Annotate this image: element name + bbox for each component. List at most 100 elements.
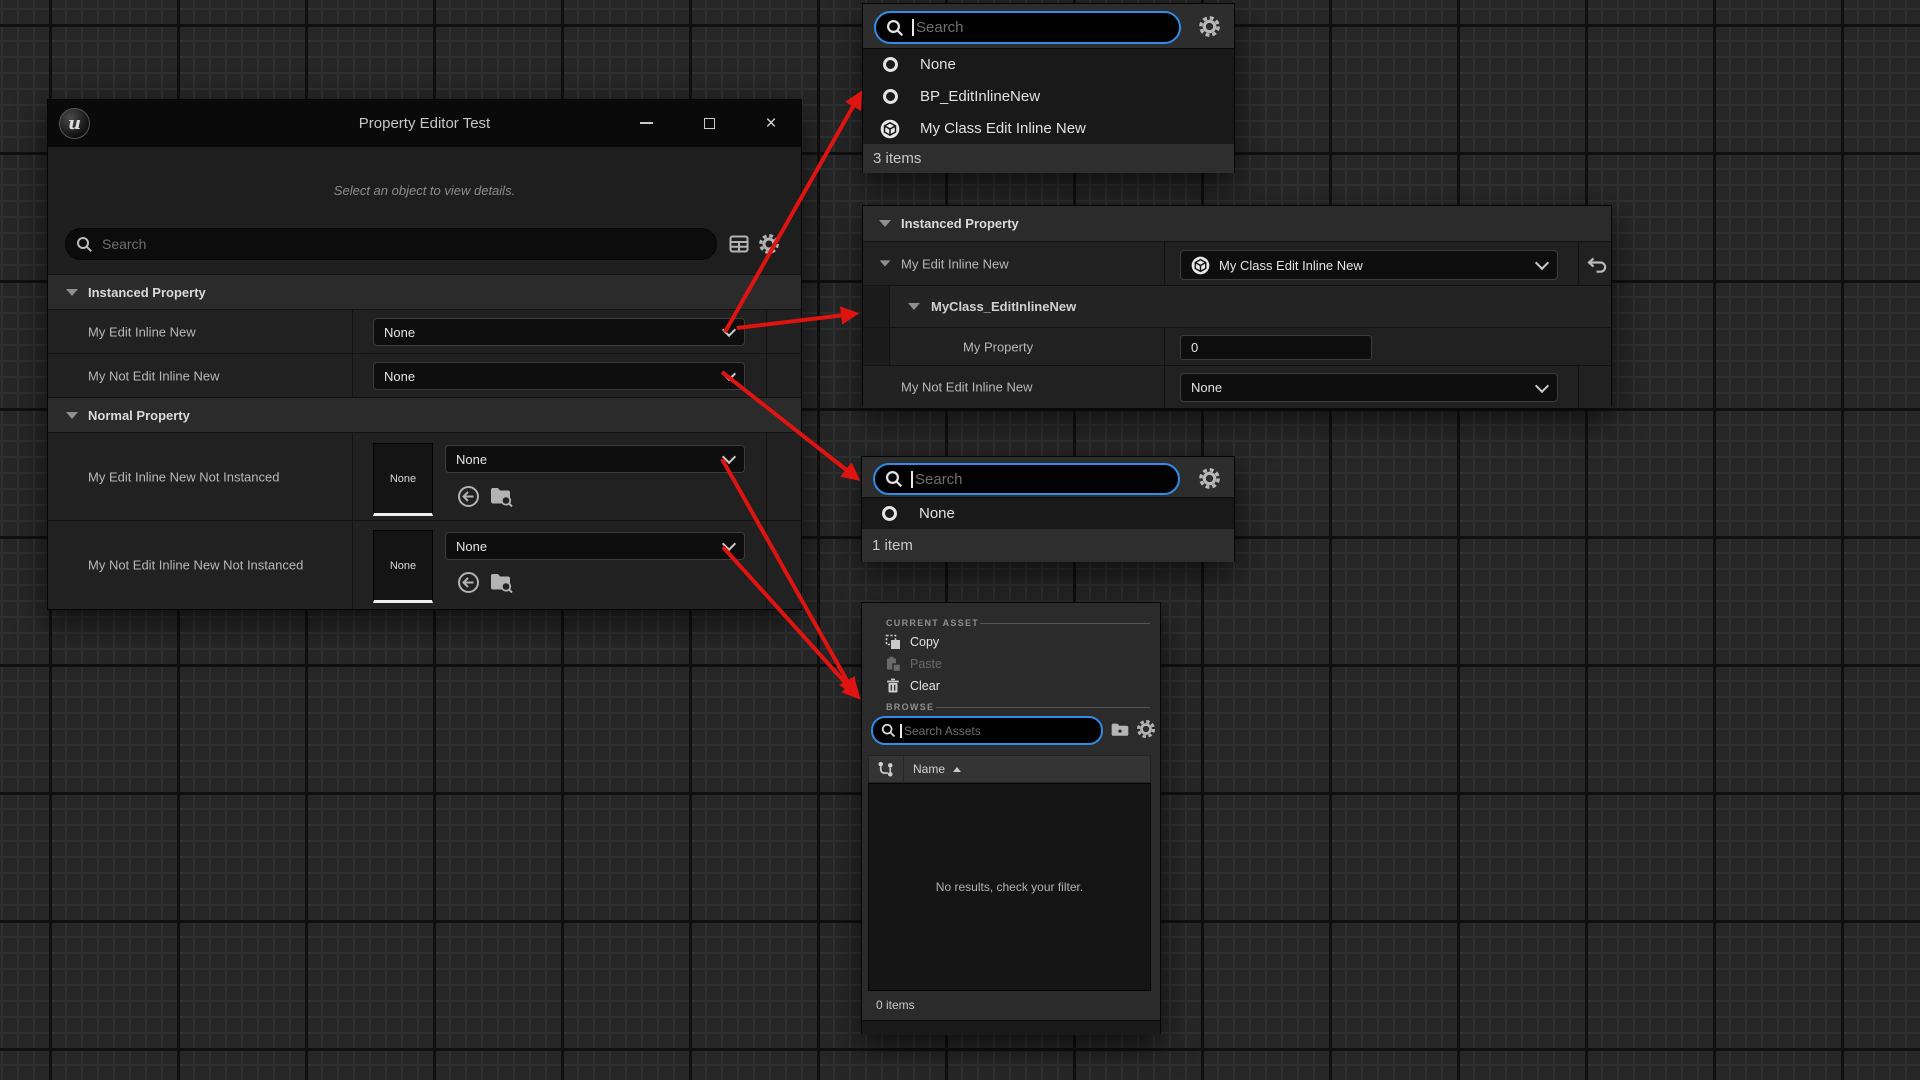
section-label: Normal Property [88,398,190,433]
search-icon [885,470,903,488]
branch-icon [876,760,895,779]
asset-dropdown-edit-inline-not-instanced[interactable]: None [445,445,745,473]
class-none-icon [882,506,897,521]
heading-divider [980,623,1150,624]
property-name-cell: My Edit Inline New [863,242,1165,286]
browse-asset-icon [489,485,513,507]
property-name-cell: My Property [863,328,1165,366]
class-dropdown-my-edit-inline-new[interactable]: None [373,318,745,346]
class-dropdown-my-not-edit-inline-new[interactable]: None [373,362,745,390]
property-name-cell: My Not Edit Inline New [48,354,353,398]
asset-picker-popup: CURRENT ASSET Copy Paste Clear BROWSE Se… [861,602,1161,1034]
view-settings-button[interactable] [1136,719,1156,739]
indent-guide [863,286,890,328]
search-assets-input[interactable]: Search Assets [871,716,1103,745]
class-none-icon [883,57,898,72]
menu-item-paste: Paste [862,653,1160,675]
row-my-edit-inline-new-not-instanced: My Edit Inline New Not Instanced None No… [48,432,801,521]
gear-icon [1198,467,1221,490]
browse-to-asset-button[interactable] [488,483,514,509]
item-count: 1 item [872,537,913,554]
asset-thumbnail[interactable]: None [373,530,433,603]
window-title: Property Editor Test [48,100,801,147]
gear-icon [1136,719,1156,739]
class-picker-settings-button[interactable] [1198,467,1221,490]
details-panel: Instanced Property My Edit Inline New My… [862,205,1612,406]
asset-thumbnail[interactable]: None [373,443,433,516]
path-picker-button[interactable] [1110,721,1130,738]
close-button[interactable]: × [756,109,786,137]
browse-to-asset-button[interactable] [488,569,514,595]
asset-list-header: Name [868,755,1151,783]
property-name-cell: My Edit Inline New [48,310,353,354]
close-icon: × [765,114,776,133]
chevron-down-icon [722,323,736,337]
subobject-header-row[interactable]: MyClass_EditInlineNew [863,285,1611,328]
row-my-edit-inline-new: My Edit Inline New My Class Edit Inline … [863,241,1611,286]
no-results-text: No results, check your filter. [936,880,1083,894]
class-item-none[interactable]: None [862,498,1234,530]
use-selected-asset-button[interactable] [455,483,481,509]
class-item-none[interactable]: None [863,49,1234,81]
collapse-triangle-icon[interactable] [908,303,920,310]
use-asset-icon [457,485,480,508]
class-picker-settings-button[interactable] [1198,15,1221,38]
name-column-header[interactable]: Name [913,756,961,783]
use-selected-asset-button[interactable] [455,569,481,595]
search-icon [76,236,93,253]
class-cube-icon [1191,256,1210,275]
sort-ascending-icon [953,767,961,772]
row-my-not-edit-inline-new-not-instanced: My Not Edit Inline New Not Instanced Non… [48,520,801,609]
search-placeholder: Search [916,19,964,36]
row-my-not-edit-inline-new: My Not Edit Inline New None [863,365,1611,408]
class-picker-popup-small: Search None 1 item [861,456,1235,562]
section-header-normal-property[interactable]: Normal Property [48,397,801,433]
copy-icon [884,633,902,651]
section-header-instanced-property[interactable]: Instanced Property [48,274,801,310]
my-property-number-input[interactable]: 0 [1180,335,1372,360]
class-dropdown-my-edit-inline-new[interactable]: My Class Edit Inline New [1180,250,1558,280]
column-options-button[interactable] [876,760,895,779]
collapse-triangle-icon[interactable] [879,220,891,227]
class-picker-popup-large: Search None BP_EditInlineNew My Class Ed… [862,3,1235,173]
chevron-down-icon [722,450,736,464]
maximize-icon [704,118,715,129]
section-header-instanced-property[interactable]: Instanced Property [863,206,1611,241]
class-item-bp-editinlinenew[interactable]: BP_EditInlineNew [863,81,1234,113]
class-search-input[interactable]: Search [874,11,1181,44]
menu-item-copy[interactable]: Copy [862,631,1160,653]
search-input[interactable]: Search [65,228,717,260]
class-dropdown-my-not-edit-inline-new[interactable]: None [1180,373,1558,402]
class-item-my-class-edit-inline-new[interactable]: My Class Edit Inline New [863,113,1234,145]
titlebar[interactable]: u Property Editor Test × [48,100,801,147]
display-options-icon [728,233,750,255]
row-my-not-edit-inline-new: My Not Edit Inline New None [48,353,801,398]
maximize-button[interactable] [694,109,724,137]
class-list: None [862,497,1234,531]
collapse-triangle-icon[interactable] [66,412,78,419]
collapse-triangle-icon[interactable] [66,289,78,296]
search-placeholder: Search [915,471,963,488]
reset-to-default-button[interactable] [1584,252,1610,278]
expander-triangle-icon[interactable] [880,260,891,266]
undo-arrow-icon [1586,256,1608,275]
asset-count: 0 items [876,991,915,1019]
asset-list-empty-area[interactable]: No results, check your filter. [868,783,1151,991]
asset-dropdown-not-edit-inline-not-instanced[interactable]: None [445,532,745,560]
class-search-input[interactable]: Search [873,463,1180,495]
popup-bottom-strip [862,1020,1160,1035]
folder-icon [1110,721,1130,738]
current-asset-heading: CURRENT ASSET [886,618,979,628]
section-label: Instanced Property [88,275,206,310]
menu-item-clear[interactable]: Clear [862,675,1160,697]
display-options-button[interactable] [728,233,750,255]
chevron-down-icon [722,537,736,551]
select-object-hint: Select an object to view details. [48,183,801,198]
search-icon [886,19,904,37]
browse-asset-icon [489,571,513,593]
browse-heading: BROWSE [886,702,934,712]
class-none-icon [883,89,898,104]
settings-button[interactable] [758,233,780,255]
property-name-cell: My Edit Inline New Not Instanced [48,433,353,521]
minimize-button[interactable] [631,109,661,137]
